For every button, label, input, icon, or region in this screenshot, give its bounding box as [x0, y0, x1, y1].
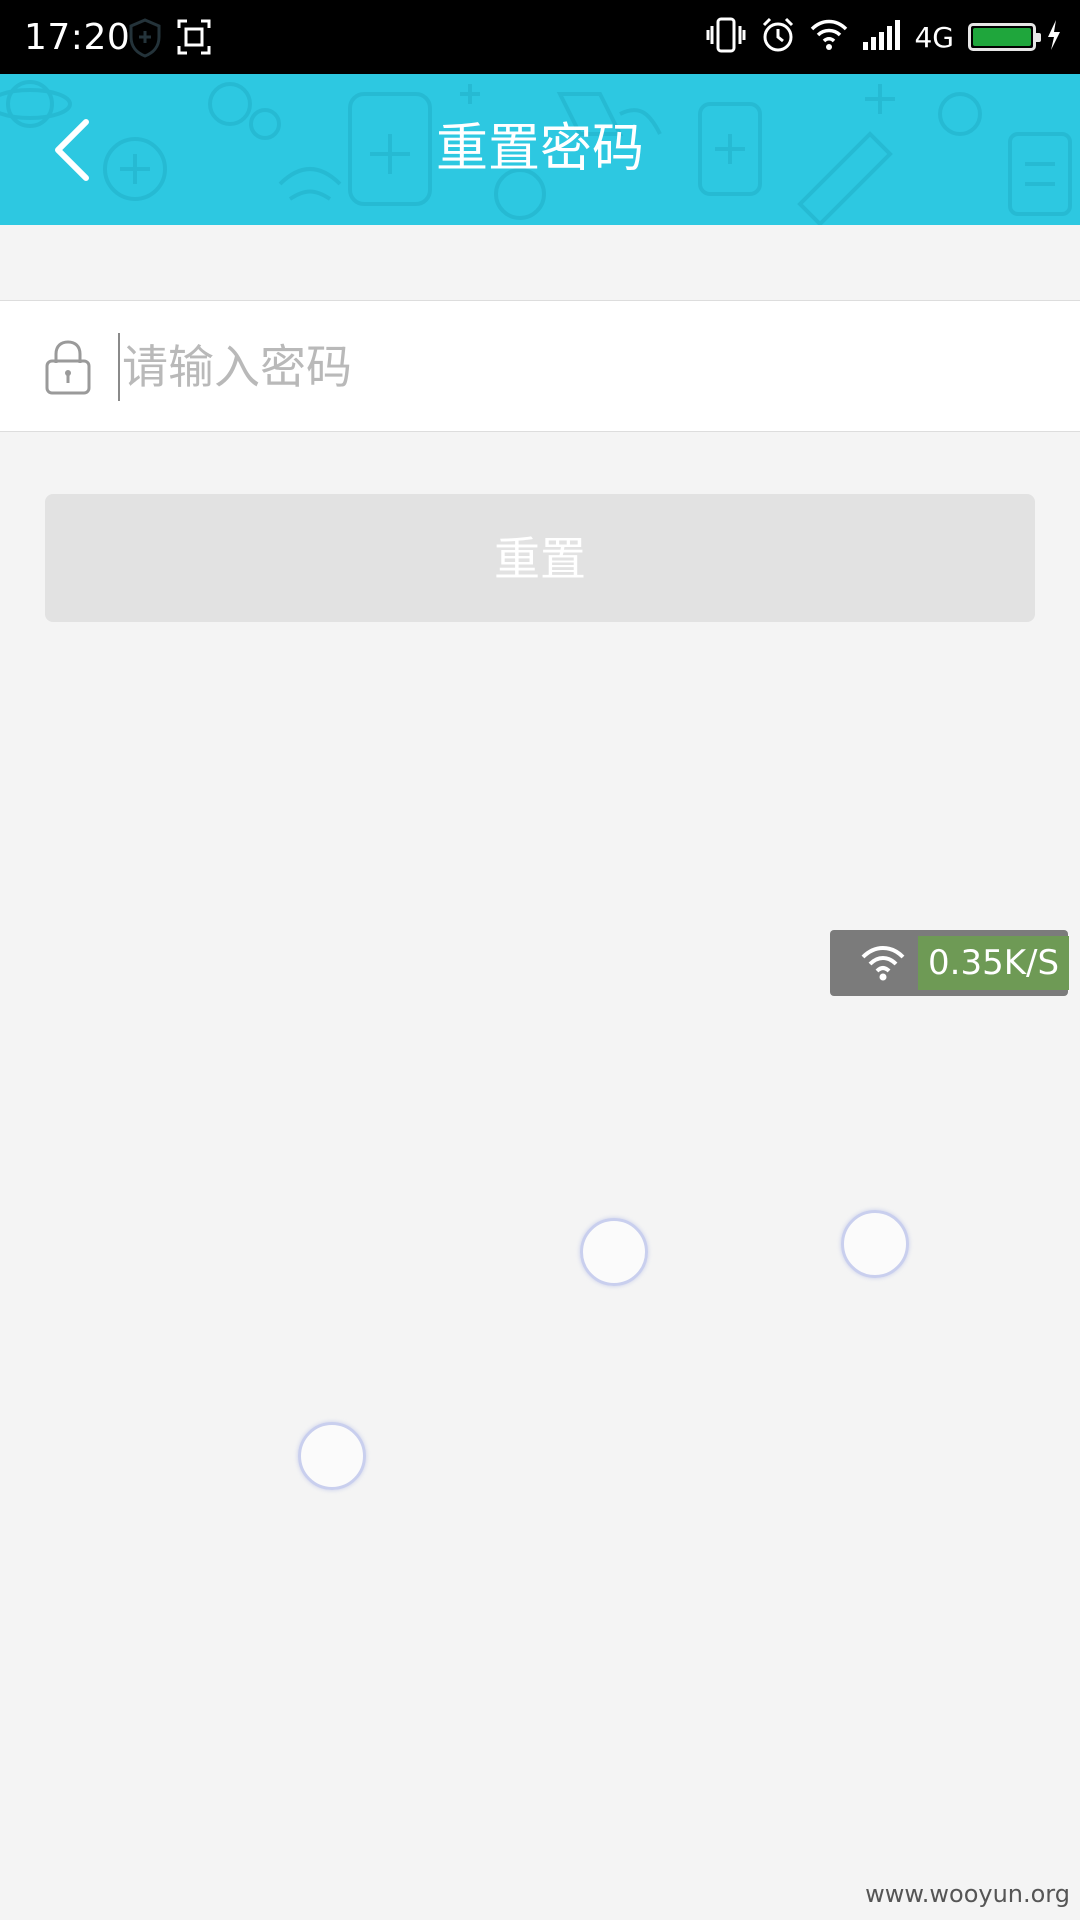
status-time: 17:20	[24, 17, 131, 58]
touch-indicator	[841, 1210, 909, 1278]
wifi-icon	[860, 944, 906, 982]
network-speed-value: 0.35K/S	[918, 936, 1070, 990]
touch-indicator	[298, 1422, 366, 1490]
charging-icon	[1046, 20, 1062, 54]
wifi-icon	[810, 18, 848, 56]
screenshot-icon	[176, 18, 212, 60]
battery-level	[973, 28, 1031, 46]
network-speed-widget[interactable]: 0.35K/S	[830, 930, 1070, 996]
status-indicators: 4G	[692, 16, 1062, 58]
network-type: 4G	[914, 20, 954, 54]
reset-password-screen: 17:20 4G 重置密码 重置 0.35K/S www.wooyun.org	[0, 0, 1080, 1920]
password-input-row	[0, 300, 1080, 432]
shield-icon	[128, 18, 162, 62]
touch-indicator	[580, 1218, 648, 1286]
cellular-signal-icon	[862, 20, 901, 54]
vibrate-icon	[706, 16, 746, 58]
app-header: 重置密码	[0, 74, 1080, 225]
lock-icon	[44, 339, 92, 395]
battery-icon	[968, 23, 1041, 51]
alarm-icon	[760, 16, 796, 58]
reset-button[interactable]: 重置	[45, 494, 1035, 622]
watermark: www.wooyun.org	[865, 1880, 1070, 1908]
page-title: 重置密码	[435, 119, 644, 179]
password-input[interactable]	[118, 327, 1022, 407]
status-bar: 17:20 4G	[0, 0, 1080, 74]
